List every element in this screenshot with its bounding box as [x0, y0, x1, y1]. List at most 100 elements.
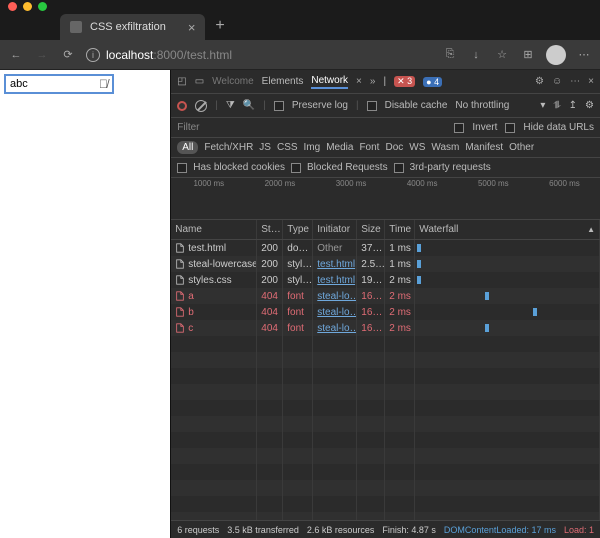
- invert-checkbox[interactable]: [454, 123, 464, 133]
- content-area: abc 👁̸ ◰ ▭ Welcome Elements Network × » …: [0, 70, 600, 538]
- row-waterfall: [415, 272, 600, 288]
- row-time: 2 ms: [385, 288, 415, 304]
- network-row[interactable]: test.html200do…Other37…1 ms: [171, 240, 600, 256]
- tab-close-icon[interactable]: ×: [188, 20, 196, 35]
- new-tab-button[interactable]: +: [205, 17, 234, 35]
- file-icon: [175, 259, 185, 269]
- downloads-icon[interactable]: ↓: [468, 49, 484, 61]
- row-initiator[interactable]: test.html: [317, 259, 355, 270]
- row-name: a: [188, 291, 194, 302]
- row-type: font: [283, 304, 313, 320]
- favorites-icon[interactable]: ☆: [494, 48, 510, 61]
- type-filter-font[interactable]: Font: [359, 142, 379, 153]
- col-type[interactable]: Type: [283, 220, 313, 239]
- col-waterfall[interactable]: Waterfall▲: [415, 220, 600, 239]
- filter-icon[interactable]: ⧩: [226, 100, 235, 111]
- back-button[interactable]: ←: [8, 49, 24, 61]
- traffic-light-close[interactable]: [8, 2, 17, 11]
- row-initiator[interactable]: steal-lo…: [317, 291, 357, 302]
- export-icon[interactable]: ⚙: [585, 100, 594, 111]
- forward-button[interactable]: →: [34, 49, 50, 61]
- row-time: 2 ms: [385, 304, 415, 320]
- network-timeline[interactable]: 1000 ms2000 ms3000 ms4000 ms5000 ms6000 …: [171, 178, 600, 220]
- type-filter-all[interactable]: All: [177, 141, 198, 154]
- reload-button[interactable]: ⟳: [60, 48, 76, 61]
- row-size: 37…: [357, 240, 385, 256]
- row-name: b: [188, 307, 194, 318]
- device-icon[interactable]: ▭: [195, 76, 204, 87]
- col-name[interactable]: Name: [171, 220, 257, 239]
- feedback-icon[interactable]: ☺: [552, 76, 562, 87]
- type-filter-css[interactable]: CSS: [277, 142, 298, 153]
- tab-welcome[interactable]: Welcome: [212, 76, 254, 87]
- network-row[interactable]: steal-lowercase.…200styl…test.html2.5…1 …: [171, 256, 600, 272]
- window-titlebar: [0, 0, 600, 12]
- row-initiator[interactable]: test.html: [317, 275, 355, 286]
- third-party-checkbox[interactable]: [394, 163, 404, 173]
- url-host: localhost: [106, 48, 153, 62]
- row-initiator[interactable]: steal-lo…: [317, 307, 357, 318]
- network-row[interactable]: styles.css200styl…test.html19…2 ms: [171, 272, 600, 288]
- url-display[interactable]: i localhost:8000/test.html: [86, 48, 432, 62]
- type-filter-fetchxhr[interactable]: Fetch/XHR: [204, 142, 253, 153]
- type-filter-js[interactable]: JS: [259, 142, 271, 153]
- col-initiator[interactable]: Initiator: [313, 220, 357, 239]
- reader-icon[interactable]: ⎘: [442, 48, 458, 61]
- site-info-icon[interactable]: i: [86, 48, 100, 62]
- blocked-requests-checkbox[interactable]: [291, 163, 301, 173]
- status-domcontentloaded: DOMContentLoaded: 17 ms: [444, 525, 556, 535]
- devtools-close-icon[interactable]: ×: [588, 76, 594, 87]
- invert-label: Invert: [472, 122, 497, 133]
- record-button[interactable]: [177, 101, 187, 111]
- profile-avatar[interactable]: [546, 45, 566, 65]
- reveal-password-icon[interactable]: 👁̸: [99, 77, 108, 91]
- type-filter-doc[interactable]: Doc: [385, 142, 403, 153]
- row-name: test.html: [188, 243, 226, 254]
- type-filter-manifest[interactable]: Manifest: [465, 142, 503, 153]
- row-type: do…: [283, 240, 313, 256]
- throttling-select[interactable]: No throttling: [455, 100, 509, 111]
- collections-icon[interactable]: ⊞: [520, 48, 536, 61]
- more-tabs-chevron[interactable]: »: [370, 76, 376, 87]
- divider: |: [263, 100, 266, 111]
- col-status[interactable]: St…: [257, 220, 283, 239]
- type-filter-img[interactable]: Img: [304, 142, 321, 153]
- type-filter-media[interactable]: Media: [326, 142, 353, 153]
- tab-elements[interactable]: Elements: [262, 76, 304, 87]
- error-badge[interactable]: ✕ 3: [394, 76, 415, 87]
- import-icon[interactable]: ↥: [569, 100, 577, 111]
- preserve-log-checkbox[interactable]: [274, 101, 284, 111]
- hide-data-checkbox[interactable]: [505, 123, 515, 133]
- settings-icon[interactable]: ⚙: [535, 76, 544, 87]
- row-type: font: [283, 320, 313, 336]
- col-size[interactable]: Size: [357, 220, 385, 239]
- type-filter-other[interactable]: Other: [509, 142, 534, 153]
- type-filter-ws[interactable]: WS: [409, 142, 425, 153]
- devtools-more-icon[interactable]: ⋯: [570, 76, 580, 87]
- traffic-light-minimize[interactable]: [23, 2, 32, 11]
- info-badge[interactable]: ● 4: [423, 77, 442, 87]
- col-time[interactable]: Time: [385, 220, 415, 239]
- network-row[interactable]: a404fontsteal-lo…16…2 ms: [171, 288, 600, 304]
- status-requests: 6 requests: [177, 525, 219, 535]
- type-filter-wasm[interactable]: Wasm: [431, 142, 459, 153]
- tab-network[interactable]: Network: [311, 75, 348, 89]
- blocked-cookies-checkbox[interactable]: [177, 163, 187, 173]
- clear-button[interactable]: [195, 100, 207, 112]
- browser-tab[interactable]: CSS exfiltration ×: [60, 14, 205, 40]
- row-initiator[interactable]: steal-lo…: [317, 323, 357, 334]
- table-header: Name St… Type Initiator Size Time Waterf…: [171, 220, 600, 240]
- menu-icon[interactable]: ⋯: [576, 48, 592, 61]
- timeline-tick: 6000 ms: [529, 179, 600, 188]
- network-row[interactable]: c404fontsteal-lo…16…2 ms: [171, 320, 600, 336]
- filter-input[interactable]: Filter: [177, 122, 199, 133]
- disable-cache-checkbox[interactable]: [367, 101, 377, 111]
- inspect-icon[interactable]: ◰: [177, 76, 186, 87]
- search-icon[interactable]: 🔍: [243, 100, 255, 111]
- throttling-caret-icon[interactable]: ▾: [540, 100, 545, 111]
- traffic-light-zoom[interactable]: [38, 2, 47, 11]
- password-input[interactable]: abc 👁̸: [4, 74, 114, 94]
- more-tabs-icon[interactable]: ×: [356, 76, 362, 87]
- network-row[interactable]: b404fontsteal-lo…16…2 ms: [171, 304, 600, 320]
- network-cond-icon[interactable]: ⥮: [553, 100, 560, 111]
